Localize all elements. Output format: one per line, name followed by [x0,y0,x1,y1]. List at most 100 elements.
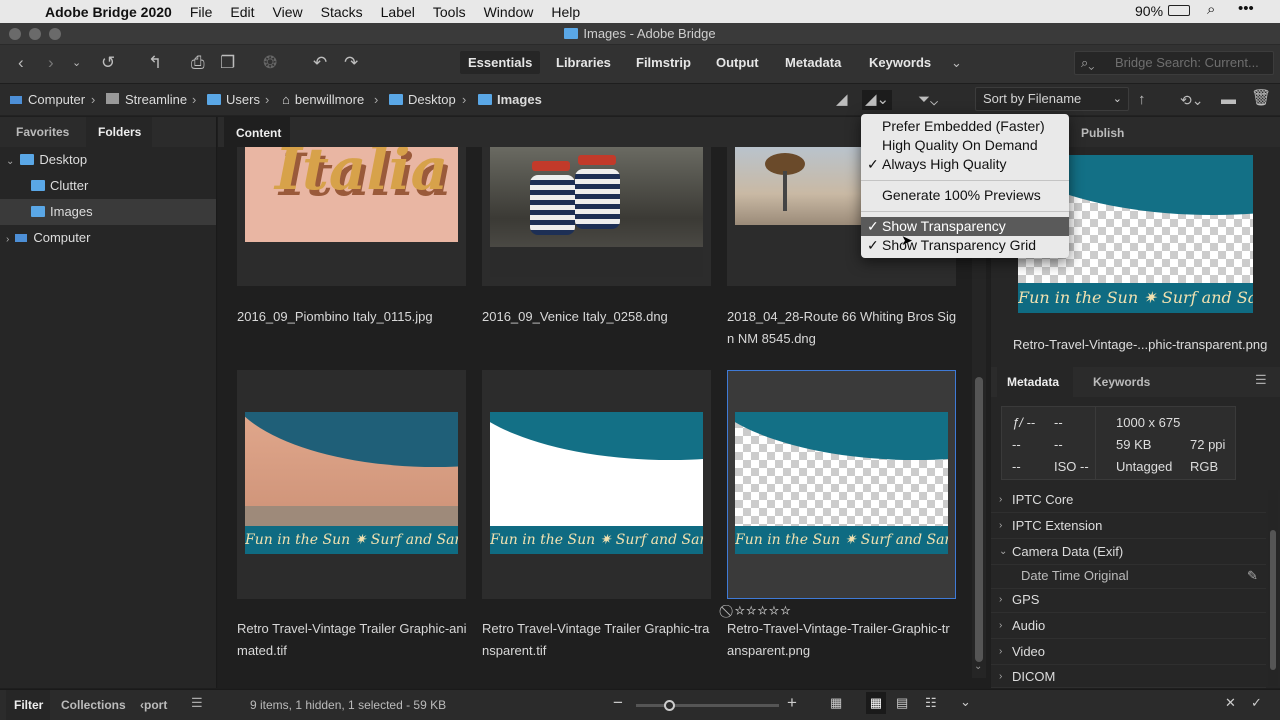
app-menu[interactable]: Adobe Bridge 2020 [31,4,181,20]
workspace-metadata[interactable]: Metadata [785,55,841,70]
scroll-down-icon[interactable]: ⌄ [974,661,982,672]
minimize-window-button[interactable] [29,28,41,40]
tab-favorites[interactable]: Favorites [16,125,69,139]
thumbnail-card[interactable]: Italia [237,147,466,286]
star-rating[interactable]: ⃠ ☆☆☆☆☆ [729,603,792,619]
menu-label[interactable]: Label [372,4,424,20]
panel-menu-icon[interactable]: ☰ [191,695,203,711]
field-date-time-original[interactable]: Date Time Original ✎ [991,563,1266,589]
workspace-keywords[interactable]: Keywords [869,55,931,70]
menu-item-always-high-quality[interactable]: ✓ Always High Quality [861,155,1069,174]
menu-file[interactable]: File [181,4,222,20]
section-camera-data[interactable]: ⌄ Camera Data (Exif) [991,539,1266,565]
more-icon[interactable]: ••• [1238,0,1254,17]
sort-ascending-icon[interactable]: ↑ [1138,90,1146,110]
tab-filter[interactable]: Filter [14,698,43,712]
preview-quality-icon[interactable]: ◢⌄ [862,90,893,110]
menu-edit[interactable]: Edit [221,4,263,20]
menu-item-prefer-embedded[interactable]: Prefer Embedded (Faster) [861,117,1069,136]
zoom-window-button[interactable] [49,28,61,40]
view-details-icon[interactable]: ▤ [896,695,908,711]
section-audio[interactable]: › Audio [991,613,1266,639]
thumbnail-card[interactable] [482,147,711,286]
close-window-button[interactable] [9,28,21,40]
rotate-right-icon[interactable]: ↷ [344,53,358,73]
tab-folders[interactable]: Folders [98,125,141,139]
section-video[interactable]: › Video [991,639,1266,665]
menu-view[interactable]: View [264,4,312,20]
refine-icon[interactable]: ❐ [220,53,235,73]
tree-item-images[interactable]: Images [0,199,216,225]
trash-icon[interactable]: 🗑 [1251,89,1271,109]
tab-keywords[interactable]: Keywords [1093,375,1150,389]
thumbnail-size-slider[interactable] [636,700,779,711]
workspace-libraries[interactable]: Libraries [556,55,611,70]
menu-stacks[interactable]: Stacks [312,4,372,20]
camera-download-icon[interactable]: ⎙ [191,53,205,73]
scrollbar-thumb[interactable] [975,377,983,662]
menu-tools[interactable]: Tools [424,4,475,20]
section-dicom[interactable]: › DICOM [991,665,1266,688]
view-thumbnails-icon[interactable]: ▦ [866,692,886,714]
spotlight-icon[interactable]: ⌕ [1207,1,1215,18]
tab-content[interactable]: Content [236,126,281,140]
cancel-icon[interactable]: ✕ [1225,695,1236,711]
recent-icon[interactable]: ↺ [101,53,115,73]
workspace-filmstrip[interactable]: Filmstrip [636,55,691,70]
breadcrumb-computer[interactable]: Computer [10,92,85,107]
tree-item-clutter[interactable]: Clutter [0,173,216,199]
tree-item-computer[interactable]: › Computer [0,225,216,251]
thumbnail-caption: Retro-Travel-Vintage-Trailer-Graphic-tr a… [727,621,950,658]
menu-item-show-transparency[interactable]: ✓ Show Transparency [861,217,1069,236]
section-iptc-extension[interactable]: › IPTC Extension [991,513,1266,539]
open-camera-raw-icon[interactable]: ❂ [263,53,277,73]
zoom-out-icon[interactable]: − [613,693,623,713]
grid-lock-icon[interactable]: ▦ [830,695,842,711]
forward-icon[interactable]: › [48,53,54,73]
breadcrumb-desktop[interactable]: Desktop [389,92,456,107]
boomerang-icon[interactable]: ↰ [148,53,162,73]
menu-item-generate-previews[interactable]: Generate 100% Previews [861,186,1069,205]
thumbnail-card-selected[interactable]: Fun in the Sun ✷ Surf and Sand [727,370,956,599]
new-folder-icon[interactable]: ▬ [1221,90,1236,110]
breadcrumb-streamline[interactable]: Streamline [106,92,187,107]
scrollbar-thumb[interactable] [1270,530,1276,670]
rotate-left-icon[interactable]: ↶ [313,53,327,73]
workspace-more-icon[interactable]: ⌄ [951,53,962,73]
pencil-icon[interactable]: ✎ [1247,563,1258,589]
menu-help[interactable]: Help [542,4,589,20]
menu-item-high-quality-on-demand[interactable]: High Quality On Demand [861,136,1069,155]
sort-select[interactable]: Sort by Filename ⌄ [975,87,1129,111]
menu-window[interactable]: Window [475,4,543,20]
zoom-in-icon[interactable]: + [787,693,797,713]
thumbnail-card[interactable]: Fun in the Sun ✷ Surf and Sand [237,370,466,599]
tree-item-desktop[interactable]: ⌄ Desktop [0,147,216,173]
tab-metadata[interactable]: Metadata [1007,375,1059,389]
breadcrumb-users[interactable]: Users [207,92,260,107]
apply-icon[interactable]: ✓ [1251,695,1262,711]
tab-publish[interactable]: Publish [1081,126,1124,140]
metering: -- [1012,437,1021,452]
menu-item-show-transparency-grid[interactable]: ✓ Show Transparency Grid [861,236,1069,255]
slider-handle[interactable] [664,700,675,711]
breadcrumb-images[interactable]: Images [478,92,542,107]
filter-icon[interactable]: ⏷⌄ [918,90,938,110]
new-folder-menu-icon[interactable]: ⟲⌄ [1180,90,1203,110]
panel-menu-icon[interactable]: ☰ [1255,372,1267,388]
metadata-scrollbar[interactable] [1268,490,1278,686]
battery-icon[interactable] [1168,5,1190,16]
view-options-icon[interactable]: ⌄ [960,694,971,710]
thumbnail-card[interactable]: Fun in the Sun ✷ Surf and Sand [482,370,711,599]
workspace-essentials[interactable]: Essentials [460,51,541,74]
section-iptc-core[interactable]: › IPTC Core [991,487,1266,513]
thumbnail-quality-icon[interactable]: ◢ [836,90,848,110]
section-gps[interactable]: › GPS [991,587,1266,613]
search-input[interactable]: ⌕⌄ Bridge Search: Current... [1074,51,1274,75]
back-icon[interactable]: ‹ [18,53,24,73]
breadcrumb-benwillmore[interactable]: ⌂ benwillmore [282,92,364,107]
tab-export[interactable]: ‹port [140,698,167,712]
chevron-down-icon[interactable]: ⌄ [72,53,81,73]
view-list-icon[interactable]: ☷ [925,695,937,711]
tab-collections[interactable]: Collections [61,698,126,712]
workspace-output[interactable]: Output [716,55,759,70]
